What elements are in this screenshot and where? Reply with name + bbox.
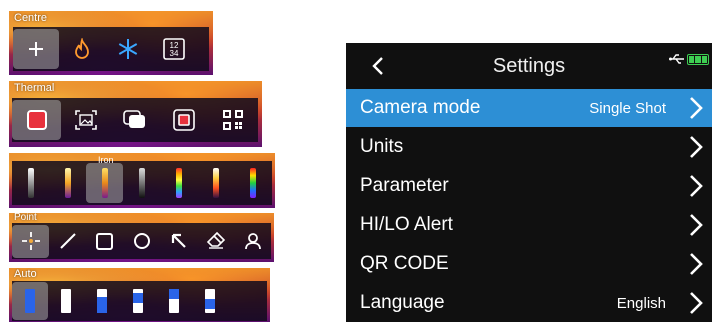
crosshair-button[interactable] [13, 29, 59, 69]
person-icon [244, 233, 261, 250]
crosshair-icon [29, 42, 43, 56]
manual-range-icon [61, 289, 71, 313]
white-hot-swatch-icon [27, 168, 34, 198]
palette-rainbow-button[interactable] [160, 163, 197, 203]
qr-mode-button[interactable] [208, 100, 257, 140]
centre-toolbar: 12 34 [13, 27, 209, 71]
rectangle-icon [96, 232, 113, 250]
chevron-right-icon [690, 214, 703, 236]
point-toolbar-label: Point [14, 213, 37, 223]
eraser-icon [206, 231, 225, 249]
rainbow-swatch-icon [175, 168, 182, 198]
menu-item-value: English [616, 294, 666, 312]
auto-range-icon [25, 289, 35, 313]
thermal-mode-icon [26, 110, 47, 130]
measure-toolbar [12, 223, 271, 259]
line-measure-button[interactable] [49, 225, 86, 258]
chevron-right-icon [690, 175, 703, 197]
centre-toolbar-strip: Centre 12 34 [9, 11, 213, 75]
black-hot-swatch-icon [138, 168, 145, 198]
thermal-toolbar-label: Thermal [14, 82, 55, 94]
page-title: Settings [492, 55, 566, 77]
chevron-right-icon [690, 136, 703, 158]
circle-icon [133, 233, 150, 249]
iron-swatch-icon [101, 168, 108, 198]
circle-measure-button[interactable] [123, 225, 160, 258]
full-thermal-button[interactable] [12, 100, 61, 140]
range-high-button[interactable] [156, 282, 192, 320]
thermal-toolbar [12, 98, 258, 142]
blend-mode-button[interactable] [110, 100, 159, 140]
picture-mode-button[interactable] [61, 100, 110, 140]
menu-item-hi-lo-alert[interactable]: HI/LO Alert [346, 206, 712, 244]
palette-iron-button[interactable] [86, 163, 123, 203]
palette-iron-light-button[interactable] [49, 163, 86, 203]
menu-item-label: Parameter [360, 175, 449, 196]
battery-icon [687, 54, 709, 65]
palette-high-contrast-button[interactable] [234, 163, 271, 203]
menu-item-language[interactable]: Language English [346, 284, 712, 322]
manual-range-button[interactable] [48, 282, 84, 320]
picture-icon [74, 110, 97, 130]
settings-screen: Settings Camera mode Single Shot Units P… [346, 43, 712, 322]
auto-toolbar-strip: Auto [9, 268, 270, 322]
palette-white-hot-button[interactable] [12, 163, 49, 203]
user-profile-button[interactable] [234, 225, 271, 258]
numbers-button[interactable]: 12 34 [151, 29, 197, 69]
palette-name-label: Iron [98, 155, 114, 165]
menu-item-value: Single Shot [589, 99, 666, 117]
chevron-right-icon [690, 97, 703, 119]
point-toolbar-strip: Point [9, 213, 274, 262]
numbers-icon: 1234 [163, 38, 185, 60]
range-low-icon [97, 289, 107, 313]
thermal-toolbar-strip: Thermal [9, 81, 262, 147]
menu-item-label: Units [360, 136, 404, 157]
arrow-up-left-icon [171, 233, 186, 248]
high-contrast-swatch-icon [249, 168, 256, 198]
auto-toolbar-label: Auto [14, 268, 37, 280]
picture-in-picture-icon [172, 109, 195, 131]
snowflake-icon [118, 39, 138, 59]
menu-item-units[interactable]: Units [346, 128, 712, 166]
svg-text:34: 34 [170, 49, 179, 58]
chevron-right-icon [690, 253, 703, 275]
settings-header: Settings [346, 43, 712, 89]
range-low-button[interactable] [84, 282, 120, 320]
auto-range-button[interactable] [12, 282, 48, 320]
range-toolbar [12, 281, 267, 321]
qr-code-icon [222, 110, 243, 130]
point-target-icon [21, 232, 40, 250]
menu-item-label: Camera mode [360, 97, 481, 118]
chevron-right-icon [690, 292, 703, 314]
cold-spot-button[interactable] [105, 29, 151, 69]
menu-item-camera-mode[interactable]: Camera mode Single Shot [346, 89, 712, 127]
palette-toolbar-strip: Iron [9, 153, 275, 208]
hot-spot-button[interactable] [59, 29, 105, 69]
palette-toolbar: Iron [12, 155, 272, 205]
range-mid-icon [133, 289, 143, 313]
pip-mode-button[interactable] [159, 100, 208, 140]
centre-toolbar-label: Centre [14, 12, 48, 24]
clear-measure-button[interactable] [197, 225, 234, 258]
iron-light-swatch-icon [64, 168, 71, 198]
range-bottom-button[interactable] [192, 282, 228, 320]
lava-swatch-icon [212, 168, 219, 198]
overlay-icon [122, 110, 145, 128]
range-mid-button[interactable] [120, 282, 156, 320]
menu-item-label: QR CODE [360, 253, 449, 274]
range-bottom-icon [205, 289, 215, 313]
usb-icon [669, 54, 684, 64]
range-high-icon [169, 289, 179, 313]
arrow-tool-button[interactable] [160, 225, 197, 258]
palette-lava-button[interactable] [197, 163, 234, 203]
line-icon [59, 233, 76, 249]
menu-item-qr-code[interactable]: QR CODE [346, 245, 712, 283]
menu-item-parameter[interactable]: Parameter [346, 167, 712, 205]
palette-black-hot-button[interactable] [123, 163, 160, 203]
point-measure-button[interactable] [12, 224, 49, 258]
box-measure-button[interactable] [86, 225, 123, 258]
menu-item-label: HI/LO Alert [360, 214, 453, 235]
menu-item-label: Language [360, 292, 445, 313]
flame-icon [75, 38, 89, 59]
